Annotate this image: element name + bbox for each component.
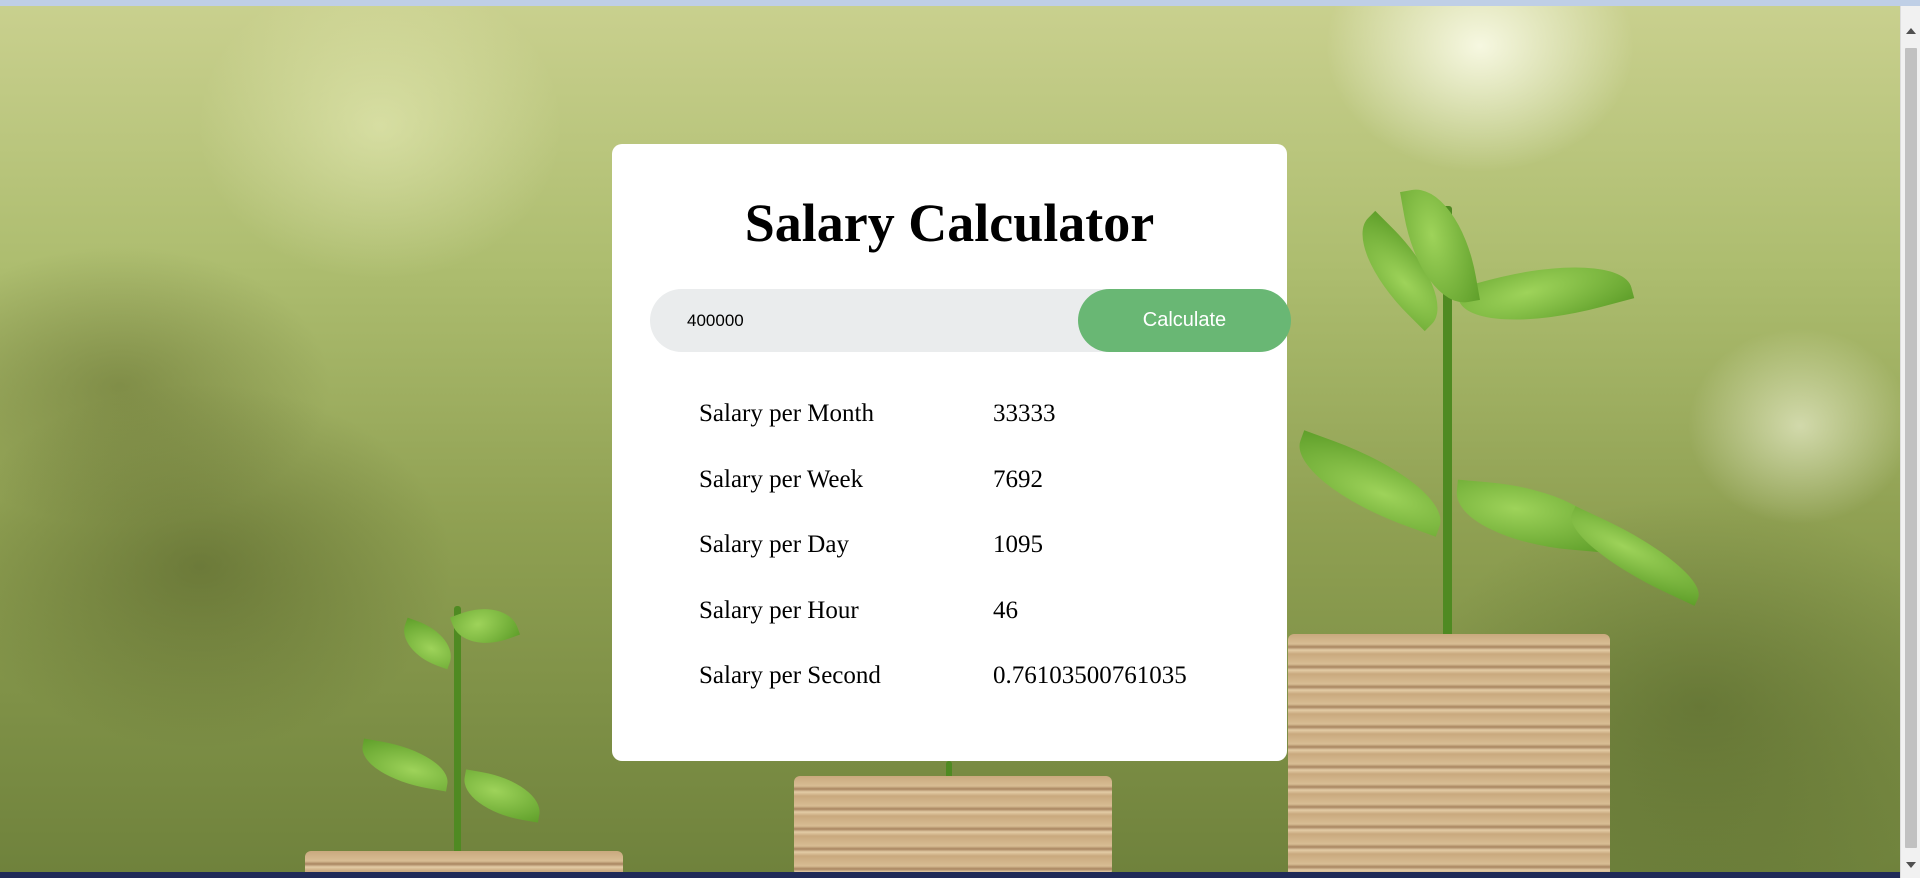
plant-leaf (357, 738, 453, 792)
plant-leaf (1558, 506, 1712, 606)
plant-leaf (395, 617, 460, 670)
results-table: Salary per Month 33333 Salary per Week 7… (699, 394, 1219, 722)
salary-input-group: Calculate (650, 289, 1291, 352)
salary-input[interactable] (650, 289, 1050, 352)
plant-leaf (1285, 430, 1455, 537)
result-value: 33333 (993, 400, 1056, 427)
coin-stack-center (794, 776, 1112, 872)
result-row-week: Salary per Week 7692 (699, 460, 1219, 526)
scroll-up-arrow-icon[interactable] (1906, 28, 1916, 34)
result-value: 46 (993, 596, 1018, 624)
plant-stem-left (454, 606, 461, 856)
scroll-down-arrow-icon[interactable] (1906, 862, 1916, 868)
taskbar-edge (0, 872, 1900, 878)
page-title: Salary Calculator (744, 193, 1155, 253)
coin-stack-right (1288, 634, 1610, 872)
result-row-month: Salary per Month 33333 (699, 394, 1219, 460)
result-row-second: Salary per Second 0.76103500761035 (699, 656, 1219, 722)
result-label: Salary per Week (699, 465, 864, 493)
result-value: 1095 (993, 531, 1043, 558)
plant-leaf (1455, 244, 1635, 343)
calculate-button[interactable]: Calculate (1078, 289, 1291, 352)
result-value: 7692 (993, 465, 1043, 493)
page-scrollbar[interactable] (1900, 6, 1920, 878)
scrollbar-thumb[interactable] (1905, 48, 1917, 848)
result-label: Salary per Hour (699, 596, 859, 624)
plant-leaf (459, 769, 545, 823)
result-label: Salary per Day (699, 531, 849, 558)
result-label: Salary per Second (699, 662, 881, 689)
result-row-day: Salary per Day 1095 (699, 525, 1219, 591)
coin-stack-left (305, 851, 623, 872)
result-value: 0.76103500761035 (993, 662, 1187, 689)
result-row-hour: Salary per Hour 46 (699, 591, 1219, 657)
calculator-card: Salary Calculator Calculate Salary per M… (612, 144, 1291, 761)
result-label: Salary per Month (699, 400, 874, 427)
